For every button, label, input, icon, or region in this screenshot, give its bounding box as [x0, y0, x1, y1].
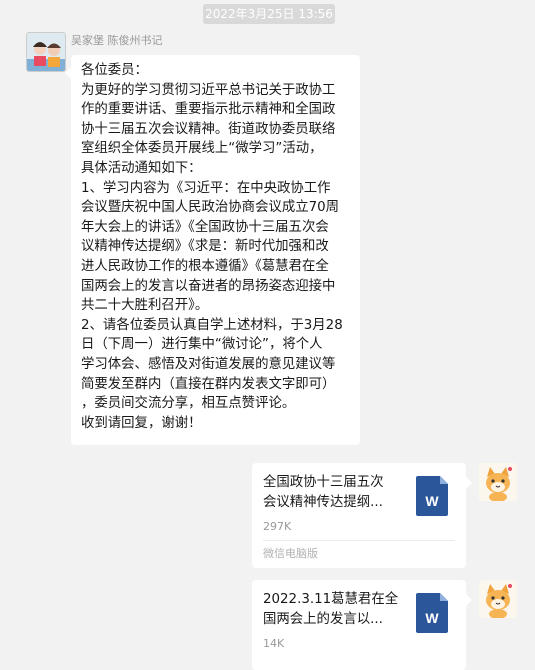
message-timestamp: 2022年3月25日 13:56	[203, 4, 335, 24]
sender-name: 吴家堡 陈俊州书记	[71, 34, 163, 47]
message-line: 2、请各位委员认真自学上述材料，于3月28	[81, 317, 343, 333]
sender-avatar[interactable]	[26, 32, 66, 72]
word-doc-icon: W	[416, 476, 448, 516]
message-line: 国两会上的发言以奋进者的昂扬姿态迎接中	[81, 278, 336, 294]
file-name: 2022.3.11葛慧君在全 国两会上的发言以...	[263, 590, 398, 630]
file-attachment-card[interactable]: 2022.3.11葛慧君在全 国两会上的发言以... W 14K	[252, 580, 472, 670]
file-name-line: 全国政协十三届五次	[263, 475, 384, 490]
message-text: 各位委员： 为更好的学习贯彻习近平总书记关于政协工 作的重要讲话、重要指示批示精神和…	[81, 61, 350, 433]
word-letter: W	[425, 610, 439, 626]
file-name-line: 国两会上的发言以...	[263, 612, 383, 627]
file-name-line: 2022.3.11葛慧君在全	[263, 592, 398, 607]
message-line: 室组织全体委员开展线上“微学习”活动，	[81, 141, 323, 157]
file-size: 14K	[263, 637, 285, 650]
message-line: 1、学习内容为《习近平：在中央政协工作	[81, 180, 331, 196]
message-line: 议精神传达提纲》《求是：新时代加强和改	[81, 239, 329, 255]
word-letter: W	[425, 493, 439, 509]
message-line: ，委员间交流分享，相互点赞评论。	[81, 396, 296, 412]
message-line: 各位委员：	[81, 63, 148, 78]
message-line: 为更好的学习贯彻习近平总书记关于政协工	[81, 82, 336, 98]
message-line: 日（下周一）进行集中“微讨论”，将个人	[81, 337, 323, 353]
message-line: 进人民政协工作的根本遵循》《葛慧君在全	[81, 258, 329, 274]
file-divider	[263, 540, 455, 541]
self-avatar[interactable]	[479, 580, 517, 618]
message-line: 收到请回复，谢谢！	[81, 415, 202, 431]
message-line: 作的重要讲话、重要指示批示精神和全国政	[81, 102, 336, 118]
message-line: 共二十大胜利召开》。	[81, 298, 209, 314]
self-avatar[interactable]	[479, 463, 517, 501]
message-line: 简要发至群内（直接在群内发表文字即可）	[81, 376, 336, 392]
message-line: 协十三届五次会议精神。街道政协委员联络	[81, 121, 336, 137]
cartoon-cat-avatar-icon	[479, 463, 517, 501]
file-name: 全国政协十三届五次 会议精神传达提纲...	[263, 473, 398, 513]
message-line: 年大会上的讲话》《全国政协十三届五次会	[81, 219, 329, 235]
file-source: 微信电脑版	[263, 547, 318, 560]
group-photo-avatar-icon	[27, 33, 65, 71]
file-attachment-card[interactable]: 全国政协十三届五次 会议精神传达提纲... W 297K 微信电脑版	[252, 463, 472, 568]
message-bubble[interactable]: 各位委员： 为更好的学习贯彻习近平总书记关于政协工 作的重要讲话、重要指示批示精神和…	[65, 55, 360, 445]
cartoon-cat-avatar-icon	[479, 580, 517, 618]
message-line: 具体活动通知如下：	[81, 160, 202, 176]
message-line: 学习体会、感悟及对街道发展的意见建议等	[81, 356, 336, 372]
word-doc-icon: W	[416, 593, 448, 633]
file-size: 297K	[263, 520, 292, 533]
file-name-line: 会议精神传达提纲...	[263, 495, 383, 510]
message-line: 会议暨庆祝中国人民政治协商会议成立70周	[81, 200, 340, 216]
